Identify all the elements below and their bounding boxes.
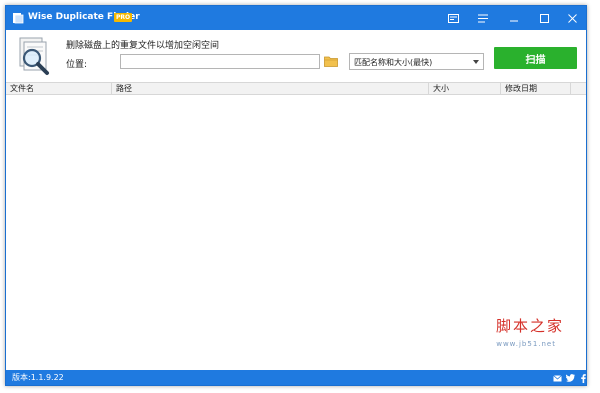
close-button[interactable] bbox=[558, 6, 586, 30]
minimize-button[interactable] bbox=[500, 6, 528, 30]
match-mode-select[interactable]: 匹配名称和大小(最快) bbox=[349, 53, 484, 70]
pro-badge: PRO bbox=[114, 13, 133, 22]
status-bar: 版本:1.1.9.22 bbox=[6, 370, 586, 385]
email-icon[interactable] bbox=[552, 373, 562, 383]
magnifier-document-icon bbox=[19, 37, 49, 75]
chevron-down-icon bbox=[473, 60, 479, 64]
location-input[interactable] bbox=[120, 54, 320, 69]
skin-button[interactable] bbox=[439, 6, 467, 30]
column-header-size[interactable]: 大小 bbox=[429, 83, 501, 94]
toolbar: 删除磁盘上的重复文件以增加空闲空间 位置: 匹配名称和大小(最快) 扫描 bbox=[6, 30, 586, 82]
close-icon bbox=[567, 13, 577, 23]
tagline-text: 删除磁盘上的重复文件以增加空闲空间 bbox=[66, 41, 220, 51]
title-bar[interactable]: Wise Duplicate Finder PRO bbox=[6, 6, 586, 30]
column-header-path[interactable]: 路径 bbox=[112, 83, 429, 94]
scan-button[interactable]: 扫描 bbox=[494, 47, 577, 69]
browse-folder-icon[interactable] bbox=[324, 55, 338, 67]
app-logo-icon bbox=[13, 13, 24, 24]
watermark-text: 脚本之家 bbox=[495, 317, 564, 335]
column-header-filename[interactable]: 文件名 bbox=[6, 83, 112, 94]
column-header-modified-date[interactable]: 修改日期 bbox=[501, 83, 571, 94]
watermark-url: www.jb51.net bbox=[496, 340, 556, 348]
results-list[interactable]: 脚本之家 www.jb51.net bbox=[6, 95, 586, 370]
skin-icon bbox=[447, 13, 459, 23]
location-label: 位置: bbox=[66, 60, 88, 70]
match-mode-value: 匹配名称和大小(最快) bbox=[354, 58, 433, 67]
maximize-icon bbox=[539, 13, 549, 23]
table-header: 文件名 路径 大小 修改日期 bbox=[6, 82, 586, 95]
maximize-button[interactable] bbox=[530, 6, 558, 30]
menu-icon bbox=[478, 14, 488, 22]
menu-button[interactable] bbox=[469, 6, 497, 30]
version-text: 版本:1.1.9.22 bbox=[12, 373, 64, 382]
app-window: Wise Duplicate Finder PRO 删除磁盘上的重复文件以增加空… bbox=[5, 5, 587, 386]
twitter-icon[interactable] bbox=[565, 373, 575, 383]
facebook-icon[interactable] bbox=[578, 373, 586, 383]
minimize-icon bbox=[510, 20, 518, 22]
